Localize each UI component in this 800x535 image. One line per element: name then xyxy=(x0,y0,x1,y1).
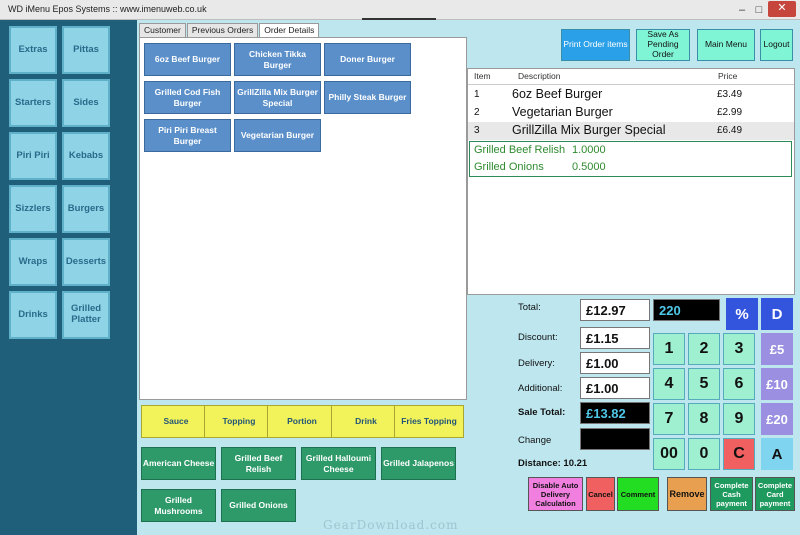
print-order-button[interactable]: Print Order items xyxy=(561,29,630,61)
comment-button[interactable]: Comment xyxy=(617,477,659,511)
item-grillzilla-mix-burger[interactable]: GrillZilla Mix Burger Special xyxy=(234,81,321,114)
category-sides[interactable]: Sides xyxy=(62,79,110,127)
remove-button[interactable]: Remove xyxy=(667,477,707,511)
total-value: £12.97 xyxy=(580,299,650,321)
order-row[interactable]: 1 6oz Beef Burger £3.49 xyxy=(468,86,794,104)
five-pound-key[interactable]: £5 xyxy=(761,333,793,365)
title-bar: WD iMenu Epos Systems :: www.imenuweb.co… xyxy=(0,0,800,22)
addon-american-cheese[interactable]: American Cheese xyxy=(141,447,216,480)
window-title: WD iMenu Epos Systems :: www.imenuweb.co… xyxy=(8,4,207,14)
key-9[interactable]: 9 xyxy=(723,403,755,435)
sauce-button[interactable]: Sauce xyxy=(141,405,211,438)
modifier-name[interactable]: Grilled Beef Relish xyxy=(474,144,565,156)
sale-total-label: Sale Total: xyxy=(518,407,566,418)
key-6[interactable]: 6 xyxy=(723,368,755,400)
maximize-icon[interactable]: □ xyxy=(752,3,766,17)
percent-key[interactable]: % xyxy=(726,298,758,330)
category-wraps[interactable]: Wraps xyxy=(9,238,57,286)
category-desserts[interactable]: Desserts xyxy=(62,238,110,286)
discount-label: Discount: xyxy=(518,332,558,343)
addon-grilled-jalapenos[interactable]: Grilled Jalapenos xyxy=(381,447,456,480)
key-3[interactable]: 3 xyxy=(723,333,755,365)
addon-grilled-beef-relish[interactable]: Grilled Beef Relish xyxy=(221,447,296,480)
order-row[interactable]: 2 Vegetarian Burger £2.99 xyxy=(468,104,794,122)
category-grilled-platter[interactable]: Grilled Platter xyxy=(62,291,110,339)
cancel-button[interactable]: Cancel xyxy=(586,477,615,511)
key-clear[interactable]: C xyxy=(723,438,755,470)
item-philly-steak-burger[interactable]: Philly Steak Burger xyxy=(324,81,411,114)
drink-button[interactable]: Drink xyxy=(331,405,401,438)
complete-cash-button[interactable]: Complete Cash payment xyxy=(710,477,753,511)
fries-topping-button[interactable]: Fries Topping xyxy=(394,405,464,438)
item-chicken-tikka-burger[interactable]: Chicken Tikka Burger xyxy=(234,43,321,76)
item-vegetarian-burger[interactable]: Vegetarian Burger xyxy=(234,119,321,152)
key-1[interactable]: 1 xyxy=(653,333,685,365)
header-price: Price xyxy=(718,71,738,81)
order-list: Item Description Price 1 6oz Beef Burger… xyxy=(467,68,795,295)
portion-button[interactable]: Portion xyxy=(267,405,337,438)
distance-readout: Distance: 10.21 xyxy=(518,458,588,469)
a-key[interactable]: A xyxy=(761,438,793,470)
complete-card-button[interactable]: Complete Card payment xyxy=(755,477,795,511)
watermark: GearDownload.com xyxy=(323,518,459,532)
category-panel: Extras Pittas Starters Sides Piri Piri K… xyxy=(0,20,137,535)
main-menu-button[interactable]: Main Menu xyxy=(697,29,755,61)
header-description: Description xyxy=(518,71,561,81)
delivery-label: Delivery: xyxy=(518,358,555,369)
sale-total-value: £13.82 xyxy=(580,402,650,424)
modifier-qty: 1.0000 xyxy=(572,144,606,156)
modifier-list: Grilled Beef Relish 1.0000 Grilled Onion… xyxy=(469,141,792,177)
category-sizzlers[interactable]: Sizzlers xyxy=(9,185,57,233)
addon-grilled-halloumi-cheese[interactable]: Grilled Halloumi Cheese xyxy=(301,447,376,480)
twenty-pound-key[interactable]: £20 xyxy=(761,403,793,435)
total-label: Total: xyxy=(518,302,541,313)
discount-key[interactable]: D xyxy=(761,298,793,330)
logout-button[interactable]: Logout xyxy=(760,29,793,61)
additional-value[interactable]: £1.00 xyxy=(580,377,650,399)
additional-label: Additional: xyxy=(518,383,563,394)
discount-value[interactable]: £1.15 xyxy=(580,327,650,349)
category-kebabs[interactable]: Kebabs xyxy=(62,132,110,180)
category-starters[interactable]: Starters xyxy=(9,79,57,127)
disable-auto-delivery-button[interactable]: Disable Auto Delivery Calculation xyxy=(528,477,583,511)
change-value xyxy=(580,428,650,450)
item-piri-piri-breast-burger[interactable]: Piri Piri Breast Burger xyxy=(144,119,231,152)
category-pittas[interactable]: Pittas xyxy=(62,26,110,74)
ten-pound-key[interactable]: £10 xyxy=(761,368,793,400)
category-piri-piri[interactable]: Piri Piri xyxy=(9,132,57,180)
close-icon[interactable]: ✕ xyxy=(768,1,796,17)
topping-button[interactable]: Topping xyxy=(204,405,274,438)
key-2[interactable]: 2 xyxy=(688,333,720,365)
key-8[interactable]: 8 xyxy=(688,403,720,435)
addon-grilled-onions[interactable]: Grilled Onions xyxy=(221,489,296,522)
delivery-value[interactable]: £1.00 xyxy=(580,352,650,374)
item-6oz-beef-burger[interactable]: 6oz Beef Burger xyxy=(144,43,231,76)
tab-customer[interactable]: Customer xyxy=(139,23,186,37)
category-drinks[interactable]: Drinks xyxy=(9,291,57,339)
keypad-entry-display: 220 xyxy=(653,299,720,321)
addon-grilled-mushrooms[interactable]: Grilled Mushrooms xyxy=(141,489,216,522)
key-00[interactable]: 00 xyxy=(653,438,685,470)
header-item: Item xyxy=(474,71,491,81)
order-row-selected[interactable]: 3 GrillZilla Mix Burger Special £6.49 xyxy=(468,122,794,140)
item-doner-burger[interactable]: Doner Burger xyxy=(324,43,411,76)
change-label: Change xyxy=(518,435,552,446)
header-divider xyxy=(468,84,794,85)
key-0[interactable]: 0 xyxy=(688,438,720,470)
category-burgers[interactable]: Burgers xyxy=(62,185,110,233)
item-grilled-cod-fish-burger[interactable]: Grilled Cod Fish Burger xyxy=(144,81,231,114)
minimize-icon[interactable]: – xyxy=(735,3,749,17)
key-7[interactable]: 7 xyxy=(653,403,685,435)
tab-order-details[interactable]: Order Details xyxy=(259,23,320,37)
modifier-qty: 0.5000 xyxy=(572,161,606,173)
key-4[interactable]: 4 xyxy=(653,368,685,400)
tab-bar: Customer Previous Orders Order Details xyxy=(139,23,320,37)
category-extras[interactable]: Extras xyxy=(9,26,57,74)
modifier-name[interactable]: Grilled Onions xyxy=(474,161,544,173)
tab-previous-orders[interactable]: Previous Orders xyxy=(186,23,259,37)
key-5[interactable]: 5 xyxy=(688,368,720,400)
item-panel: 6oz Beef Burger Chicken Tikka Burger Don… xyxy=(139,37,467,400)
save-pending-button[interactable]: Save As Pending Order xyxy=(636,29,690,61)
